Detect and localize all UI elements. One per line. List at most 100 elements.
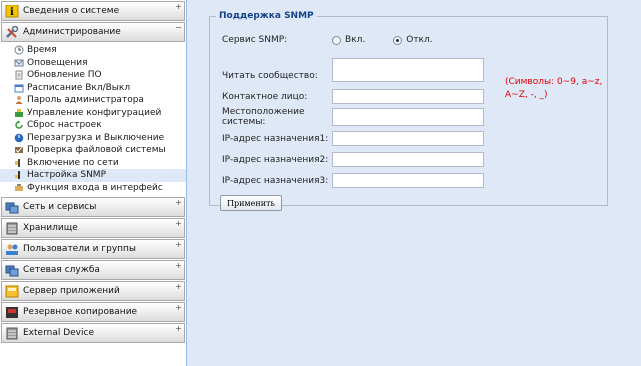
expand-icon[interactable]: + [175, 241, 182, 249]
sidebar: i Сведения о системе + Администрирование… [0, 0, 187, 366]
external-device-icon [5, 327, 19, 340]
contact-row: Контактное лицо: [222, 89, 484, 104]
menu-item-reboot-shutdown[interactable]: Перезагрузка и Выключение [0, 132, 186, 145]
tools-icon [5, 25, 19, 39]
category-label: Сетевая служба [23, 265, 100, 275]
password-icon [14, 95, 24, 105]
menu-item-label: Время [27, 45, 57, 56]
menu-item-label: Управление конфигурацией [27, 107, 162, 118]
location-input[interactable] [332, 108, 484, 126]
menu-item-wake-on-lan[interactable]: Включение по сети [0, 157, 186, 170]
menu-item-label: Оповещения [27, 57, 88, 68]
community-row: Читать сообщество: [222, 58, 484, 82]
category-label: Сеть и сервисы [23, 202, 97, 212]
snmp-enable-label: Вкл. [345, 35, 366, 45]
snmp-disable-radio[interactable]: Откл. [393, 35, 433, 45]
location-row: Местоположение системы: [222, 107, 484, 127]
menu-item-label: Сброс настроек [27, 120, 102, 131]
admin-submenu: Время Оповещения Обновление ПО Расписани… [0, 42, 186, 196]
category-network-service[interactable]: Сетевая служба + [1, 260, 185, 280]
category-label: Пользователи и группы [23, 244, 137, 254]
firmware-update-icon [14, 70, 24, 80]
menu-item-time[interactable]: Время [0, 44, 186, 57]
clock-icon [14, 45, 24, 55]
menu-item-config-management[interactable]: Управление конфигурацией [0, 107, 186, 120]
category-external-device[interactable]: External Device + [1, 323, 185, 343]
menu-item-label: Включение по сети [27, 157, 119, 168]
snmp-enable-radio[interactable]: Вкл. [332, 35, 365, 45]
svg-text:i: i [10, 7, 14, 18]
radio-dot[interactable] [332, 35, 341, 45]
menu-item-filesystem-check[interactable]: Проверка файловой системы [0, 144, 186, 157]
menu-item-notifications[interactable]: Оповещения [0, 57, 186, 70]
expand-icon[interactable]: + [175, 220, 182, 228]
storage-icon [5, 222, 19, 235]
contact-input[interactable] [332, 89, 484, 104]
menu-item-label: Расписание Вкл/Выкл [27, 82, 131, 93]
wake-on-lan-icon [14, 158, 24, 168]
category-administration[interactable]: Администрирование − [1, 22, 185, 42]
apply-button[interactable]: Применить [220, 195, 282, 211]
category-users-groups[interactable]: Пользователи и группы + [1, 239, 185, 259]
snmp-disable-label: Откл. [406, 35, 433, 45]
expand-icon[interactable]: + [175, 262, 182, 270]
category-label: Резервное копирование [23, 307, 138, 317]
expand-icon[interactable]: + [175, 283, 182, 291]
menu-item-label: Обновление ПО [27, 70, 102, 81]
radio-dot-selected[interactable] [393, 35, 403, 45]
reset-icon [14, 120, 24, 130]
network-icon [5, 201, 19, 214]
category-backup[interactable]: Резервное копирование + [1, 302, 185, 322]
expand-icon[interactable]: + [175, 3, 182, 11]
collapse-icon[interactable]: − [175, 24, 182, 32]
snmp-legend: Поддержка SNMP [219, 11, 314, 21]
expand-icon[interactable]: + [175, 325, 182, 333]
community-label: Читать сообщество: [222, 71, 318, 81]
menu-item-label: Настройка SNMP [27, 170, 106, 181]
category-network-services[interactable]: Сеть и сервисы + [1, 197, 185, 217]
community-input[interactable] [332, 58, 484, 82]
trap3-label: IP-адрес назначения3: [222, 175, 329, 186]
category-label: Хранилище [23, 223, 78, 233]
menu-item-label: Пароль администратора [27, 95, 144, 106]
trap2-row: IP-адрес назначения2: [222, 152, 484, 167]
trap1-input[interactable] [332, 131, 484, 146]
trap2-label: IP-адрес назначения2: [222, 154, 329, 165]
menu-item-power-schedule[interactable]: Расписание Вкл/Выкл [0, 82, 186, 95]
category-label: External Device [23, 328, 94, 338]
menu-item-label: Перезагрузка и Выключение [27, 132, 165, 143]
menu-item-label: Функция входа в интерфейс [27, 182, 163, 193]
network-service-icon [5, 264, 19, 277]
contact-label: Контактное лицо: [222, 91, 308, 102]
category-storage[interactable]: Хранилище + [1, 218, 185, 238]
snmp-service-row: Сервис SNMP: Вкл. Откл. [222, 35, 461, 45]
main-panel: Поддержка SNMP Сервис SNMP: Вкл. Откл. Ч… [188, 0, 641, 366]
snmp-icon [14, 170, 24, 180]
menu-item-firmware-update[interactable]: Обновление ПО [0, 69, 186, 82]
snmp-service-label: Сервис SNMP: [222, 35, 288, 45]
menu-item-ui-login[interactable]: Функция входа в интерфейс [0, 182, 186, 195]
trap3-input[interactable] [332, 173, 484, 188]
notification-icon [14, 58, 24, 68]
category-label: Сведения о системе [23, 6, 120, 16]
expand-icon[interactable]: + [175, 199, 182, 207]
power-icon [14, 133, 24, 143]
category-label: Сервер приложений [23, 286, 120, 296]
trap3-row: IP-адрес назначения3: [222, 173, 484, 188]
menu-item-label: Проверка файловой системы [27, 145, 166, 156]
category-label: Администрирование [23, 27, 121, 37]
trap1-row: IP-адрес назначения1: [222, 131, 484, 146]
snmp-fieldset: Поддержка SNMP Сервис SNMP: Вкл. Откл. Ч… [209, 11, 608, 211]
users-icon [5, 243, 19, 256]
expand-icon[interactable]: + [175, 304, 182, 312]
category-system-info[interactable]: i Сведения о системе + [1, 1, 185, 21]
config-icon [14, 108, 24, 118]
info-icon: i [5, 4, 19, 18]
menu-item-factory-reset[interactable]: Сброс настроек [0, 119, 186, 132]
snmp-service-radio-group: Вкл. Откл. [332, 35, 461, 45]
trap2-input[interactable] [332, 152, 484, 167]
filesystem-check-icon [14, 145, 24, 155]
category-app-server[interactable]: Сервер приложений + [1, 281, 185, 301]
menu-item-admin-password[interactable]: Пароль администратора [0, 94, 186, 107]
menu-item-snmp[interactable]: Настройка SNMP [0, 169, 186, 182]
